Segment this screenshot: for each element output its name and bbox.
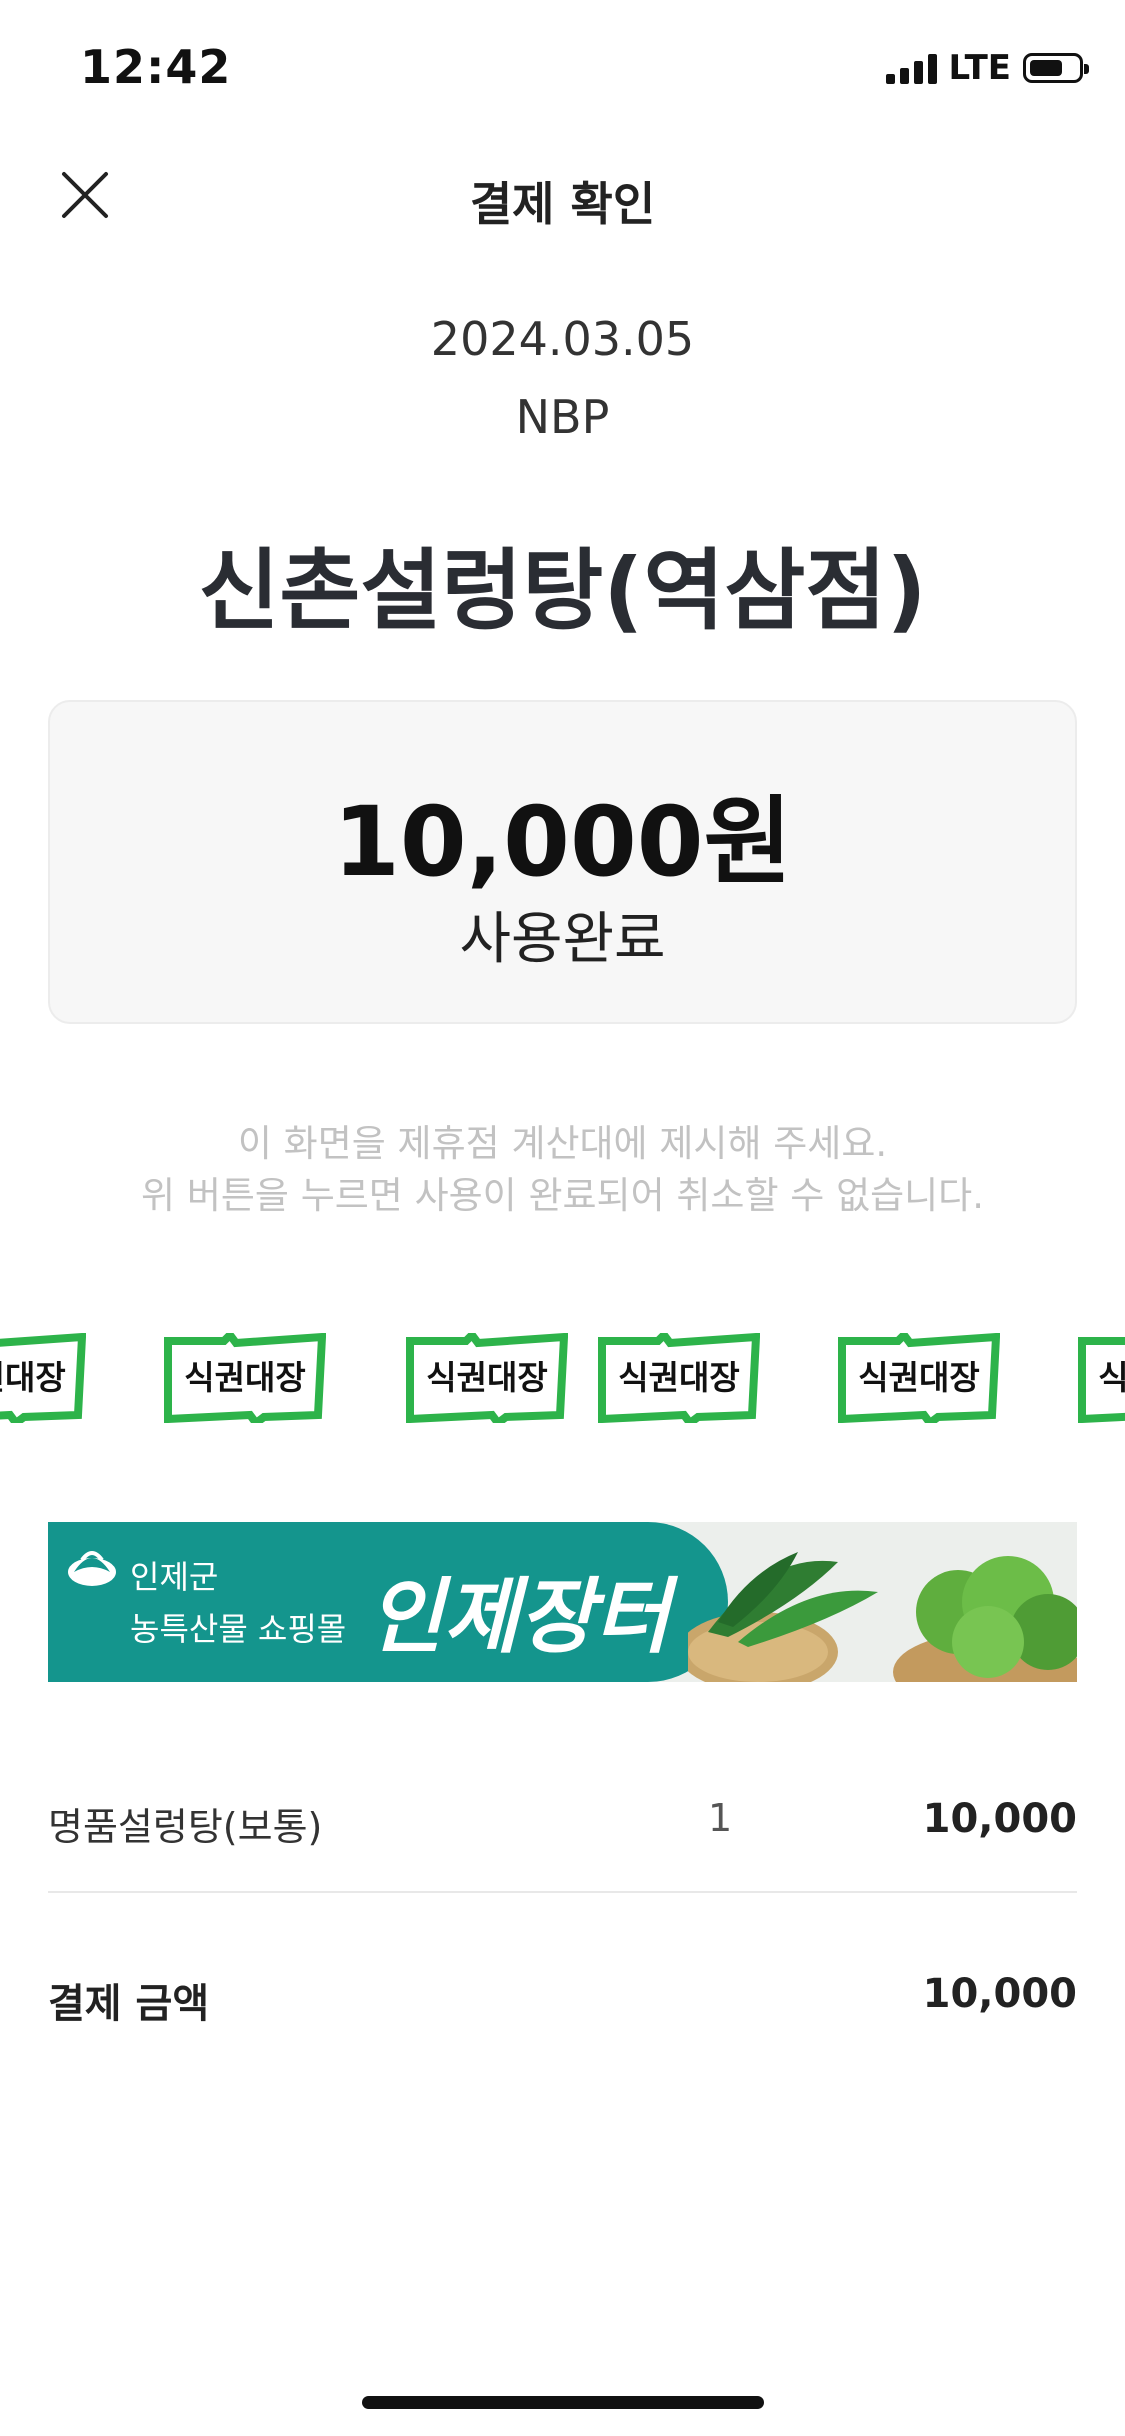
stamp-label: 식권대장 (1098, 1358, 1125, 1397)
sikgwon-stamp: 식권대장 (0, 1333, 86, 1423)
item-quantity: 1 (708, 1796, 733, 1840)
signal-icon (885, 52, 937, 84)
banner-subtitle-2: 농특산물 쇼핑몰 (130, 1610, 347, 1648)
usage-status: 사용완료 (459, 907, 666, 972)
stamp-label: 식권대장 (426, 1358, 548, 1397)
stamp-label: 식권대장 (858, 1358, 980, 1397)
home-indicator[interactable] (362, 2396, 764, 2409)
total-price: 10,000 (922, 1971, 1077, 2017)
store-name: 신촌설렁탕(역삼점) (198, 539, 927, 642)
banner-background: 인제군 농특산물 쇼핑몰 인제장터 (48, 1522, 728, 1682)
status-bar: 12:42 LTE (0, 0, 1125, 135)
stamp-label: 식권대장 (184, 1358, 306, 1397)
status-indicators: LTE (885, 48, 1089, 88)
status-time: 12:42 (80, 40, 232, 94)
injejangteo-banner[interactable]: 인제군 농특산물 쇼핑몰 인제장터 (48, 1522, 1077, 1682)
stamp-label: 식권대장 (0, 1358, 66, 1397)
sikgwon-stamp: 식권대장 (598, 1333, 760, 1423)
item-name: 명품설렁탕(보통) (48, 1805, 323, 1849)
sikgwon-stamp: 식권대장 (406, 1333, 568, 1423)
sikgwon-stamp: 식권대장 (1078, 1333, 1125, 1423)
notice-line-1: 이 화면을 제휴점 계산대에 제시해 주세요. (237, 1122, 888, 1165)
usage-notice: 이 화면을 제휴점 계산대에 제시해 주세요. 위 버튼을 누르면 사용이 완료… (0, 1118, 1125, 1222)
sikgwon-stamp: 식권대장 (164, 1333, 326, 1423)
total-label: 결제 금액 (48, 1981, 210, 2027)
page-title: 결제 확인 (469, 177, 656, 231)
banner-title: 인제장터 (368, 1569, 670, 1665)
network-type: LTE (948, 48, 1011, 88)
sikgwon-stamp-strip: 식권대장 식권대장 식권대장 식권대장 식권대장 식권대장 (0, 1325, 1125, 1445)
notice-line-2: 위 버튼을 누르면 사용이 완료되어 취소할 수 없습니다. (141, 1174, 984, 1217)
divider (48, 1891, 1077, 1893)
battery-icon (1023, 53, 1089, 83)
amount-card: 10,000원 사용완료 (48, 700, 1077, 1024)
vegetables-image (688, 1552, 1077, 1682)
banner-subtitle-1: 인제군 (130, 1558, 219, 1596)
payment-date: 2024.03.05 (430, 312, 695, 366)
stamp-label: 식권대장 (618, 1358, 740, 1397)
merchant-name: NBP (515, 390, 610, 444)
item-price: 10,000 (922, 1796, 1077, 1842)
order-item-row: 명품설렁탕(보통) 1 10,000 (48, 1790, 1077, 1860)
payment-amount: 10,000원 (333, 786, 792, 898)
leaf-logo-icon (68, 1551, 116, 1586)
total-row: 결제 금액 10,000 (48, 1965, 1077, 2035)
sikgwon-stamp: 식권대장 (838, 1333, 1000, 1423)
